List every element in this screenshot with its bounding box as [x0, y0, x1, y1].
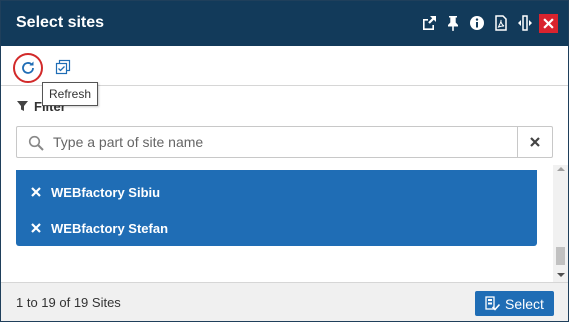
pdf-icon[interactable]: [493, 15, 509, 31]
selected-sites-group: WEBfactory Sibiu WEBfactory Stefan: [16, 170, 537, 246]
filter-icon: [17, 101, 28, 111]
site-name: WEBfactory Sibiu: [51, 184, 161, 200]
close-icon: [543, 18, 554, 29]
list-scrollbar[interactable]: [553, 165, 568, 282]
scroll-down-arrow-icon[interactable]: [557, 273, 565, 277]
dialog-title: Select sites: [16, 14, 105, 31]
pin-icon[interactable]: [445, 15, 461, 31]
multi-select-icon: [55, 59, 71, 75]
scroll-up-arrow-icon[interactable]: [557, 167, 565, 171]
dialog-footer: 1 to 19 of 19 Sites Select: [1, 282, 568, 321]
site-name: WEBfactory Stefan: [51, 220, 169, 236]
dialog-header: Select sites: [1, 1, 568, 46]
info-icon[interactable]: [469, 15, 485, 31]
clear-search-button[interactable]: [517, 126, 553, 158]
refresh-tooltip: Refresh: [42, 82, 99, 106]
select-button-label: Select: [505, 295, 544, 312]
result-count: 1 to 19 of 19 Sites: [16, 295, 121, 310]
search-icon: [28, 135, 44, 151]
list-item[interactable]: WEBfactory Stefan: [16, 210, 537, 246]
clear-icon: [530, 137, 540, 147]
select-sites-icon: [485, 296, 501, 311]
scroll-thumb[interactable]: [556, 247, 565, 265]
resize-icon[interactable]: [517, 15, 533, 31]
refresh-button[interactable]: [13, 53, 43, 83]
close-button[interactable]: [539, 14, 558, 33]
popout-icon[interactable]: [421, 15, 437, 31]
site-search-input[interactable]: [53, 127, 513, 157]
select-all-button[interactable]: [54, 58, 72, 76]
remove-icon[interactable]: [31, 187, 41, 197]
search-box: [16, 126, 518, 158]
toolbar: [1, 46, 568, 86]
remove-icon[interactable]: [31, 223, 41, 233]
select-button[interactable]: Select: [475, 291, 554, 316]
list-item[interactable]: WEBfactory Sibiu: [16, 174, 537, 210]
select-sites-dialog: Select sites Refresh Filter Type a part …: [0, 0, 569, 322]
site-list: WEBfactory Sibiu WEBfactory Stefan: [1, 165, 568, 282]
refresh-icon: [22, 61, 34, 74]
